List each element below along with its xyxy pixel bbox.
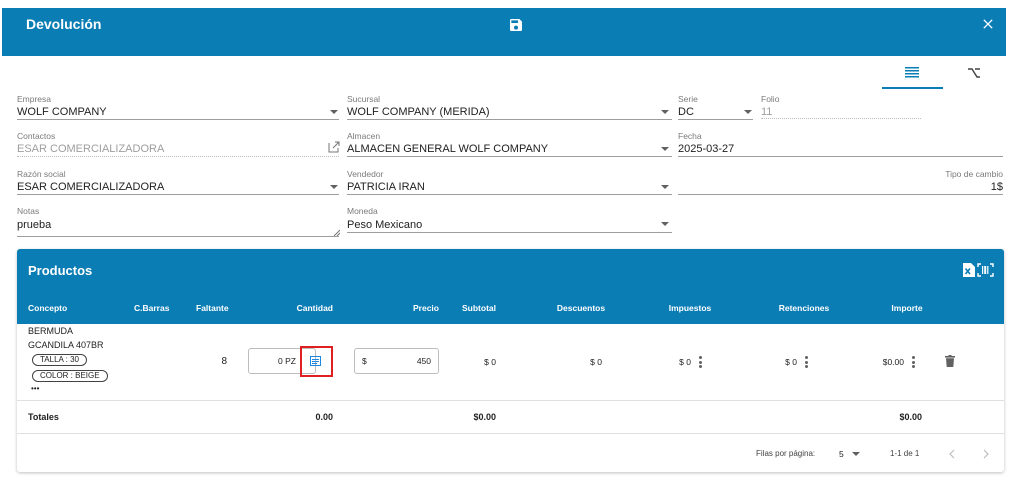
- empresa-value[interactable]: WOLF COMPANY: [17, 106, 107, 118]
- empresa-underline: [17, 119, 339, 120]
- totals-label: Totales: [28, 412, 59, 422]
- totals-subtotal: $0.00: [473, 412, 496, 422]
- rows-per-page-label: Filas por página:: [756, 449, 816, 458]
- rows-per-page-value[interactable]: 5: [839, 449, 844, 459]
- razon-social-label: Razón social: [17, 169, 66, 179]
- rows-per-page-dropdown-icon[interactable]: [852, 452, 860, 456]
- notas-value[interactable]: prueba: [17, 219, 51, 231]
- moneda-label: Moneda: [347, 206, 378, 216]
- sucursal-underline: [347, 119, 672, 120]
- razon-social-dropdown-icon[interactable]: [330, 185, 338, 189]
- product-code: GCANDILA 407BR: [28, 340, 104, 350]
- impuestos-value: $ 0: [679, 357, 691, 367]
- totals-importe: $0.00: [899, 412, 922, 422]
- column-descuentos: Descuentos: [556, 303, 606, 313]
- vendedor-label: Vendedor: [347, 169, 384, 179]
- vendedor-value[interactable]: PATRICIA IRAN: [347, 181, 425, 193]
- tipo-cambio-underline: [678, 194, 1003, 195]
- attribute-chip-color: COLOR : BEIGE: [32, 370, 108, 382]
- pagination-range: 1-1 de 1: [890, 449, 920, 458]
- product-name: BERMUDA: [28, 326, 74, 336]
- productos-title: Productos: [28, 263, 93, 278]
- attribute-chip-talla: TALLA : 30: [32, 354, 87, 366]
- faltante-value: 8: [221, 356, 227, 367]
- dialog-header: [2, 8, 1006, 56]
- fecha-underline: [678, 156, 1003, 157]
- barcode-scan-icon[interactable]: [977, 263, 994, 277]
- moneda-value[interactable]: Peso Mexicano: [347, 219, 422, 231]
- excel-icon[interactable]: [962, 263, 975, 277]
- fecha-value[interactable]: 2025-03-27: [678, 143, 734, 155]
- column-cantidad: Cantidad: [296, 303, 333, 313]
- sucursal-label: Sucursal: [347, 94, 381, 104]
- active-tab-indicator: [882, 87, 943, 89]
- details-icon[interactable]: [310, 356, 321, 366]
- list-view-icon[interactable]: [904, 66, 920, 80]
- notas-underline: [17, 236, 339, 237]
- moneda-dropdown-icon[interactable]: [661, 222, 669, 226]
- tipo-cambio-value[interactable]: 1$: [903, 181, 1003, 193]
- contactos-underline: [17, 156, 339, 157]
- descuentos-value: $ 0: [590, 357, 602, 367]
- close-icon[interactable]: [980, 16, 996, 32]
- option-key-icon[interactable]: [966, 66, 982, 80]
- impuestos-menu-icon[interactable]: [699, 356, 702, 368]
- save-icon[interactable]: [508, 17, 524, 33]
- precio-currency: $: [362, 356, 367, 366]
- almacen-underline: [347, 156, 672, 157]
- more-attributes-icon[interactable]: •••: [31, 384, 39, 393]
- retenciones-value: $ 0: [785, 357, 797, 367]
- serie-dropdown-icon[interactable]: [744, 110, 752, 114]
- razon-social-underline: [17, 194, 339, 195]
- column-cbarras: C.Barras: [134, 303, 170, 313]
- column-importe: Importe: [891, 303, 923, 313]
- next-page-icon[interactable]: [982, 449, 990, 459]
- column-impuestos: Impuestos: [668, 303, 712, 313]
- subtotal-value: $ 0: [484, 357, 496, 367]
- serie-value[interactable]: DC: [678, 106, 694, 118]
- importe-menu-icon[interactable]: [912, 356, 915, 368]
- retenciones-menu-icon[interactable]: [805, 356, 808, 368]
- tipo-cambio-label: Tipo de cambio: [945, 169, 1003, 179]
- column-faltante: Faltante: [196, 303, 229, 313]
- open-external-icon[interactable]: [328, 141, 340, 153]
- folio-underline: [761, 118, 921, 119]
- precio-value[interactable]: 450: [392, 356, 431, 366]
- column-subtotal: Subtotal: [462, 303, 496, 313]
- vendedor-dropdown-icon[interactable]: [661, 185, 669, 189]
- dialog-title: Devolución: [26, 16, 102, 32]
- row-divider: [17, 400, 1004, 401]
- contactos-label: Contactos: [17, 131, 56, 141]
- importe-value: $0.00: [882, 357, 904, 367]
- totals-divider: [17, 433, 1004, 434]
- moneda-underline: [347, 232, 672, 233]
- serie-label: Serie: [678, 94, 698, 104]
- serie-underline: [678, 119, 753, 120]
- previous-page-icon[interactable]: [948, 449, 956, 459]
- productos-card: Productos Concepto C.Barras Faltante Can…: [17, 249, 1004, 472]
- sucursal-value[interactable]: WOLF COMPANY (MERIDA): [347, 106, 490, 118]
- cantidad-value[interactable]: 0 PZ: [253, 356, 296, 366]
- delete-icon[interactable]: [945, 355, 955, 367]
- column-retenciones: Retenciones: [778, 303, 830, 313]
- column-concepto: Concepto: [28, 303, 68, 313]
- totals-cantidad: 0.00: [315, 412, 333, 422]
- empresa-label: Empresa: [17, 94, 52, 104]
- fecha-label: Fecha: [678, 131, 702, 141]
- resize-handle-icon[interactable]: [333, 229, 340, 236]
- razon-social-value[interactable]: ESAR COMERCIALIZADORA: [17, 181, 164, 193]
- almacen-dropdown-icon[interactable]: [661, 147, 669, 151]
- column-precio: Precio: [413, 303, 439, 313]
- folio-label: Folio: [761, 94, 780, 104]
- contactos-value: ESAR COMERCIALIZADORA: [17, 143, 165, 155]
- notas-label: Notas: [17, 206, 40, 216]
- folio-value: 11: [761, 106, 773, 118]
- almacen-label: Almacen: [347, 131, 381, 141]
- sucursal-dropdown-icon[interactable]: [661, 110, 669, 114]
- almacen-value[interactable]: ALMACEN GENERAL WOLF COMPANY: [347, 143, 548, 155]
- vendedor-underline: [347, 194, 672, 195]
- empresa-dropdown-icon[interactable]: [330, 110, 338, 114]
